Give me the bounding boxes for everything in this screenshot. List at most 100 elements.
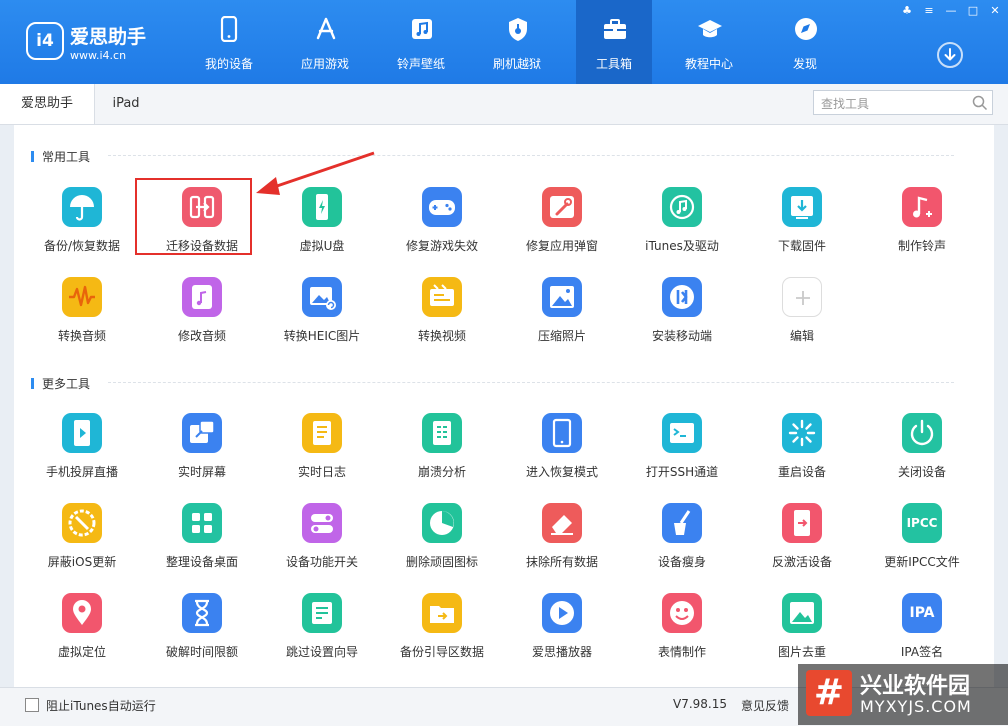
tool-label: 下载固件 [777,239,826,253]
tool-toggle[interactable]: 设备功能开关 [262,503,382,583]
block-update-icon [62,503,102,543]
itunes-icon [662,187,702,227]
tool-broom[interactable]: 设备瘦身 [622,503,742,583]
grid-icon [182,503,222,543]
tool-recovery-mode[interactable]: 进入恢复模式 [502,413,622,493]
title-bar: i4 爱思助手 www.i4.cn 我的设备 应用游戏 铃声壁纸 刷机越狱 工具… [0,0,1008,84]
deactivate-icon [782,503,822,543]
nav-label: 铃声壁纸 [396,57,445,71]
tool-eraser[interactable]: 抹除所有数据 [502,503,622,583]
audio-edit-icon [182,277,222,317]
tool-label: 打开SSH通道 [645,465,719,479]
nav-apps-games[interactable]: 应用游戏 [287,0,363,84]
tool-deactivate[interactable]: 反激活设备 [742,503,862,583]
tool-label: 编辑 [789,329,814,343]
tool-i4-app[interactable]: 安装移动端 [622,277,742,357]
nav-toolbox[interactable]: 工具箱 [576,0,652,84]
crash-report-icon [422,413,462,453]
icon-text: IPA [909,605,935,621]
emoji-icon [662,593,702,633]
search-icon[interactable] [972,95,988,111]
watermark-logo-icon: # [806,670,852,716]
eraser-icon [542,503,582,543]
tool-photo-compress[interactable]: 压缩照片 [502,277,622,357]
video-convert-icon [422,277,462,317]
tool-label: 备份引导区数据 [399,645,484,659]
minimize-icon[interactable]: — [942,3,960,19]
tool-audio-edit[interactable]: 修改音频 [142,277,262,357]
tool-terminal[interactable]: 打开SSH通道 [622,413,742,493]
gamepad-icon [422,187,462,227]
tool-waveform[interactable]: 转换音频 [22,277,142,357]
close-icon[interactable]: ✕ [986,3,1004,19]
tool-backup-folder[interactable]: 备份引导区数据 [382,593,502,673]
tool-hourglass[interactable]: 破解时间限额 [142,593,262,673]
block-itunes-checkbox[interactable] [25,698,39,712]
nav-tutorial-center[interactable]: 教程中心 [671,0,747,84]
tool-screen-mirror[interactable]: 手机投屏直播 [22,413,142,493]
tool-label: 跳过设置向导 [285,645,358,659]
restart-icon [782,413,822,453]
tool-crash-report[interactable]: 崩溃分析 [382,413,502,493]
tool-skip-wizard[interactable]: 跳过设置向导 [262,593,382,673]
menu-icon[interactable]: ≡ [920,3,938,19]
maximize-icon[interactable]: □ [964,3,982,19]
tool-location-pin[interactable]: 虚拟定位 [22,593,142,673]
tool-pie[interactable]: 删除顽固图标 [382,503,502,583]
ipcc-icon: IPCC [902,503,942,543]
tool-label: 图片去重 [777,645,826,659]
tool-restart[interactable]: 重启设备 [742,413,862,493]
tool-label: 整理设备桌面 [165,555,238,569]
tool-image-dedupe[interactable]: 图片去重 [742,593,862,673]
nav-my-device[interactable]: 我的设备 [191,0,267,84]
tool-block-update[interactable]: 屏蔽iOS更新 [22,503,142,583]
tool-image-convert[interactable]: 转换HEIC图片 [262,277,382,357]
tool-ipa[interactable]: IPA IPA签名 [862,593,982,673]
tool-label: 破解时间限额 [165,645,238,659]
nav-label: 工具箱 [595,57,632,71]
skin-icon[interactable]: ♣ [898,3,916,19]
app-store-icon [316,17,336,40]
tool-realtime-screen[interactable]: 实时屏幕 [142,413,262,493]
nav-flash-jailbreak[interactable]: 刷机越狱 [479,0,555,84]
tool-video-convert[interactable]: 转换视频 [382,277,502,357]
tool-itunes[interactable]: iTunes及驱动 [622,187,742,267]
tool-label: 修改音频 [177,329,226,343]
tab-i4-helper[interactable]: 爱思助手 [0,84,95,124]
location-pin-icon [62,593,102,633]
tool-emoji[interactable]: 表情制作 [622,593,742,673]
download-manager-icon[interactable] [937,42,963,68]
nav-ringtones-wallpapers[interactable]: 铃声壁纸 [383,0,459,84]
section-divider [108,382,954,383]
tool-label: 表情制作 [657,645,706,659]
tool-wrench[interactable]: 修复应用弹窗 [502,187,622,267]
wrench-icon [542,187,582,227]
block-itunes-label[interactable]: 阻止iTunes自动运行 [46,697,156,714]
app-url: www.i4.cn [70,49,127,62]
tool-plus[interactable]: 编辑 [742,277,862,357]
feedback-link[interactable]: 意见反馈 [741,697,789,714]
search-input[interactable] [819,94,963,113]
tool-ipcc[interactable]: IPCC 更新IPCC文件 [862,503,982,583]
app-name: 爱思助手 [70,26,147,48]
nav-label: 应用游戏 [300,57,349,71]
compass-icon [795,18,817,40]
tool-label: IPA签名 [900,645,944,659]
terminal-icon [662,413,702,453]
tab-ipad[interactable]: iPad [94,84,158,124]
tool-play[interactable]: 爱思播放器 [502,593,622,673]
tool-label: 爱思播放器 [531,645,592,659]
realtime-screen-icon [182,413,222,453]
tool-grid[interactable]: 整理设备桌面 [142,503,262,583]
i4-logo-icon: i4 [26,22,64,60]
tool-power[interactable]: 关闭设备 [862,413,982,493]
tool-search-box[interactable] [813,90,993,115]
image-dedupe-icon [782,593,822,633]
skip-wizard-icon [302,593,342,633]
tool-label: 抹除所有数据 [525,555,598,569]
tool-label: 虚拟定位 [57,645,106,659]
tool-log[interactable]: 实时日志 [262,413,382,493]
nav-discover[interactable]: 发现 [767,0,843,84]
tool-download-firmware[interactable]: 下载固件 [742,187,862,267]
tool-ringtone[interactable]: 制作铃声 [862,187,982,267]
